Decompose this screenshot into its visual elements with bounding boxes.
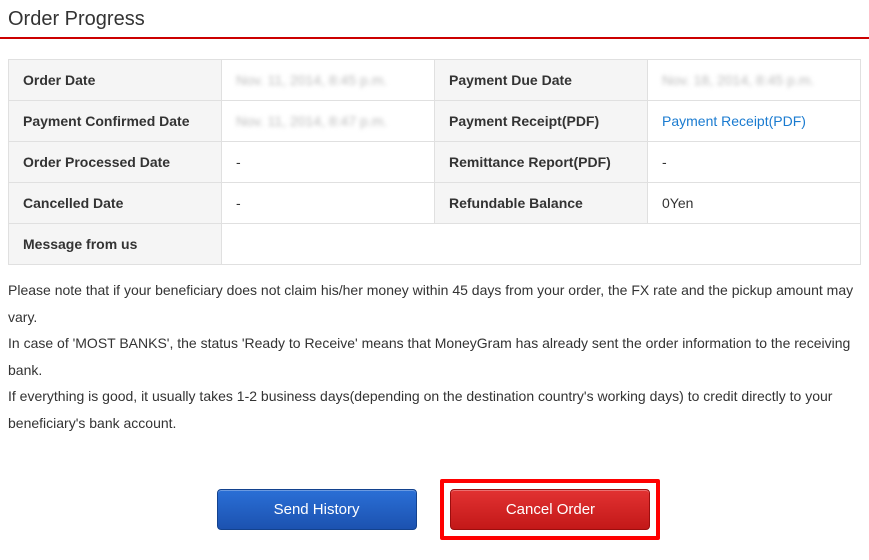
table-row: Message from us <box>9 224 861 265</box>
row-label: Payment Confirmed Date <box>9 101 222 142</box>
row-label: Order Date <box>9 60 222 101</box>
row-value: - <box>648 142 861 183</box>
table-row: Payment Confirmed DateNov. 11, 2014, 8:4… <box>9 101 861 142</box>
table-row: Order DateNov. 11, 2014, 8:45 p.m.Paymen… <box>9 60 861 101</box>
button-row: Send History Cancel Order <box>0 449 869 560</box>
row-label: Message from us <box>9 224 222 265</box>
send-history-button[interactable]: Send History <box>217 489 417 530</box>
table-row: Order Processed Date-Remittance Report(P… <box>9 142 861 183</box>
row-label: Order Processed Date <box>9 142 222 183</box>
cancel-order-button[interactable]: Cancel Order <box>450 489 650 530</box>
section-title: Order Progress <box>0 0 869 39</box>
row-value: - <box>222 142 435 183</box>
row-value: Nov. 11, 2014, 8:47 p.m. <box>222 101 435 142</box>
cancel-order-highlight: Cancel Order <box>440 479 660 540</box>
table-row: Cancelled Date-Refundable Balance0Yen <box>9 183 861 224</box>
row-value: Nov. 18, 2014, 8:45 p.m. <box>648 60 861 101</box>
note-line: If everything is good, it usually takes … <box>8 383 861 436</box>
row-label: Remittance Report(PDF) <box>435 142 648 183</box>
order-progress-table: Order DateNov. 11, 2014, 8:45 p.m.Paymen… <box>8 59 861 265</box>
row-label: Payment Due Date <box>435 60 648 101</box>
note-line: Please note that if your beneficiary doe… <box>8 277 861 330</box>
row-value: Payment Receipt(PDF) <box>648 101 861 142</box>
row-value: 0Yen <box>648 183 861 224</box>
row-value: Nov. 11, 2014, 8:45 p.m. <box>222 60 435 101</box>
payment-receipt-link[interactable]: Payment Receipt(PDF) <box>662 113 806 129</box>
notes-block: Please note that if your beneficiary doe… <box>0 265 869 449</box>
row-value: - <box>222 183 435 224</box>
row-label: Refundable Balance <box>435 183 648 224</box>
row-label: Payment Receipt(PDF) <box>435 101 648 142</box>
note-line: In case of 'MOST BANKS', the status 'Rea… <box>8 330 861 383</box>
row-value <box>222 224 861 265</box>
row-label: Cancelled Date <box>9 183 222 224</box>
